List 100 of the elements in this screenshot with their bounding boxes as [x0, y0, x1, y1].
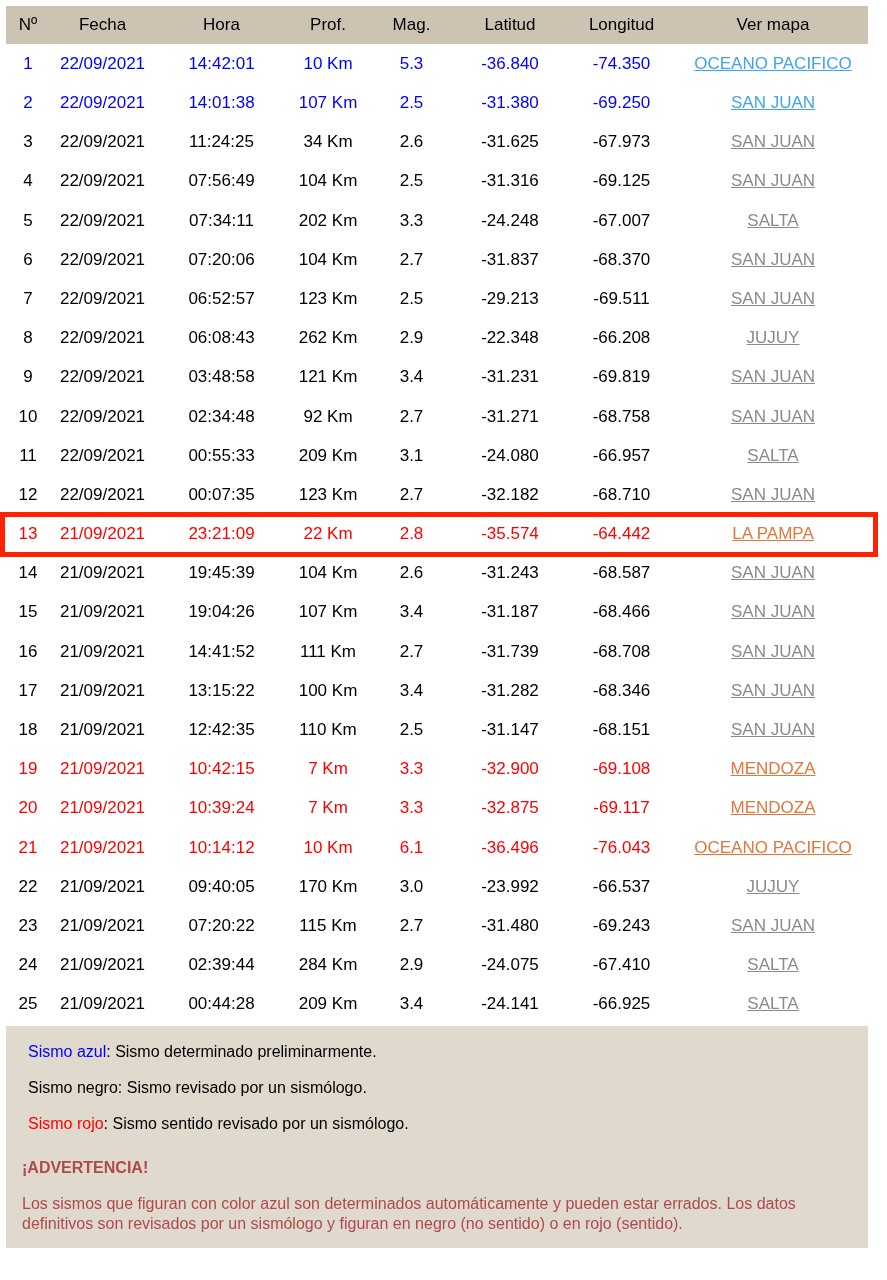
table-cell-text: -64.442 [591, 523, 652, 546]
table-cell-text: -74.350 [591, 52, 652, 75]
table-cell-text: 2.7 [398, 914, 425, 937]
table-cell-text: 18 [17, 719, 39, 742]
table-cell-text: 22/09/2021 [58, 131, 147, 154]
table-cell-text: 22/09/2021 [58, 209, 147, 232]
map-link[interactable]: OCEANO PACIFICO [694, 53, 852, 73]
table-cell-text: 06:08:43 [187, 327, 256, 350]
table-cell-text: 5 [22, 209, 34, 232]
map-link[interactable]: JUJUY [746, 328, 800, 348]
map-link[interactable]: SALTA [747, 994, 799, 1014]
table-cell-text: 21/09/2021 [58, 562, 147, 585]
table-cell-text: -31.147 [480, 719, 540, 742]
map-link[interactable]: SALTA [747, 445, 799, 465]
table-cell-text: 3.1 [398, 444, 425, 467]
table-cell-text: 13:15:22 [187, 679, 256, 702]
map-link[interactable]: SAN JUAN [730, 288, 816, 308]
table-cell-text: -35.574 [480, 523, 540, 546]
column-header: Prof. [309, 14, 347, 37]
map-link[interactable]: SAN JUAN [730, 641, 816, 661]
table-cell-text: -67.007 [591, 209, 652, 232]
map-link[interactable]: SAN JUAN [730, 93, 816, 113]
warning-title: ¡ADVERTENCIA! [22, 1157, 150, 1178]
map-link[interactable]: SAN JUAN [730, 915, 816, 935]
table-cell-text: 22/09/2021 [58, 52, 147, 75]
table-cell-text: 123 Km [297, 483, 359, 506]
map-link[interactable]: SAN JUAN [730, 602, 816, 622]
table-cell-text: 104 Km [297, 562, 359, 585]
map-link[interactable]: SAN JUAN [730, 132, 816, 152]
table-cell-text: 00:44:28 [187, 993, 256, 1016]
table-cell-text: 284 Km [297, 954, 359, 977]
table-cell-text: 21/09/2021 [58, 836, 147, 859]
table-cell-text: -31.739 [480, 640, 540, 663]
table-cell-text: 3.3 [398, 797, 425, 820]
legend-item: Sismo rojo: Sismo sentido revisado por un sismólogo. [27, 1113, 410, 1134]
map-link[interactable]: SAN JUAN [730, 171, 816, 191]
table-cell-text: 14:01:38 [187, 92, 256, 115]
table-cell-text: 21 [17, 836, 39, 859]
table-cell-text: 2.9 [398, 954, 425, 977]
table-cell-text: 92 Km [302, 405, 354, 428]
table-cell-text: -24.141 [480, 993, 540, 1016]
table-cell-text: 12:42:35 [187, 719, 256, 742]
legend-item: Sismo azul: Sismo determinado preliminarmente. [27, 1041, 378, 1062]
table-cell-text: -68.346 [591, 679, 652, 702]
legend-item: Sismo negro: Sismo revisado por un sismólogo. [27, 1077, 368, 1098]
table-cell-text: 19:45:39 [187, 562, 256, 585]
column-header: Longitud [587, 14, 656, 37]
table-cell-text: 111 Km [298, 640, 358, 663]
table-cell-text: 14 [17, 562, 39, 585]
map-link[interactable]: MENDOZA [730, 798, 816, 818]
table-cell-text: -31.380 [480, 92, 540, 115]
table-cell-text: -31.282 [480, 679, 540, 702]
table-cell-text: -68.466 [591, 601, 652, 624]
table-cell-text: -24.248 [480, 209, 540, 232]
map-link[interactable]: SAN JUAN [730, 720, 816, 740]
map-link[interactable]: SAN JUAN [730, 680, 816, 700]
table-cell-text: -68.151 [591, 719, 652, 742]
table-cell-text: 107 Km [297, 601, 359, 624]
table-cell-text: 23 [17, 914, 39, 937]
table-cell-text: -22.348 [480, 327, 540, 350]
map-link[interactable]: SAN JUAN [730, 484, 816, 504]
table-cell-text: 21/09/2021 [58, 719, 147, 742]
table-cell-text: -31.231 [480, 366, 540, 389]
table-cell-text: 16 [17, 640, 39, 663]
table-cell-text: -68.587 [591, 562, 652, 585]
table-cell-text: -69.125 [591, 170, 652, 193]
map-link[interactable]: OCEANO PACIFICO [694, 837, 852, 857]
table-cell-text: -69.243 [591, 914, 652, 937]
map-link[interactable]: SAN JUAN [730, 406, 816, 426]
table-cell-text: 21/09/2021 [58, 954, 147, 977]
table-cell-text: -69.108 [591, 758, 652, 781]
map-link[interactable]: SAN JUAN [730, 249, 816, 269]
table-cell-text: 110 Km [298, 719, 358, 742]
map-link[interactable]: SAN JUAN [730, 367, 816, 387]
map-link[interactable]: SALTA [747, 955, 799, 975]
table-cell-text: 10 Km [302, 836, 354, 859]
table-cell-text: 8 [22, 327, 34, 350]
table-cell-text: 10 Km [302, 52, 354, 75]
table-cell-text: -31.625 [480, 131, 540, 154]
map-link[interactable]: MENDOZA [730, 759, 816, 779]
map-link[interactable]: JUJUY [746, 876, 800, 896]
table-cell-text: 2.7 [398, 640, 425, 663]
column-header: Fecha [77, 14, 128, 37]
table-cell-text: -68.758 [591, 405, 652, 428]
table-cell-text: -69.117 [592, 797, 651, 820]
map-link[interactable]: SAN JUAN [730, 563, 816, 583]
table-cell-text: 3.4 [398, 993, 425, 1016]
column-header: Nº [17, 14, 39, 37]
table-cell-text: 22/09/2021 [58, 92, 147, 115]
map-link[interactable]: LA PAMPA [732, 524, 814, 544]
table-cell-text: 22 [17, 875, 39, 898]
table-cell-text: 07:20:06 [187, 248, 256, 271]
table-cell-text: 123 Km [297, 287, 359, 310]
table-cell-text: -29.213 [480, 287, 540, 310]
map-link[interactable]: SALTA [747, 210, 799, 230]
table-cell-text: -69.511 [592, 287, 651, 310]
warning-text: Los sismos que figuran con color azul son determinados automáticamente y pueden estar errados. Los datos definitivos son revisados por un sismólogo y figuran en negro (no sentido) o en rojo (sentido). [22, 1193, 797, 1234]
table-cell-text: -68.708 [591, 640, 652, 663]
table-cell-text: -31.316 [480, 170, 540, 193]
table-cell-text: 10 [17, 405, 39, 428]
